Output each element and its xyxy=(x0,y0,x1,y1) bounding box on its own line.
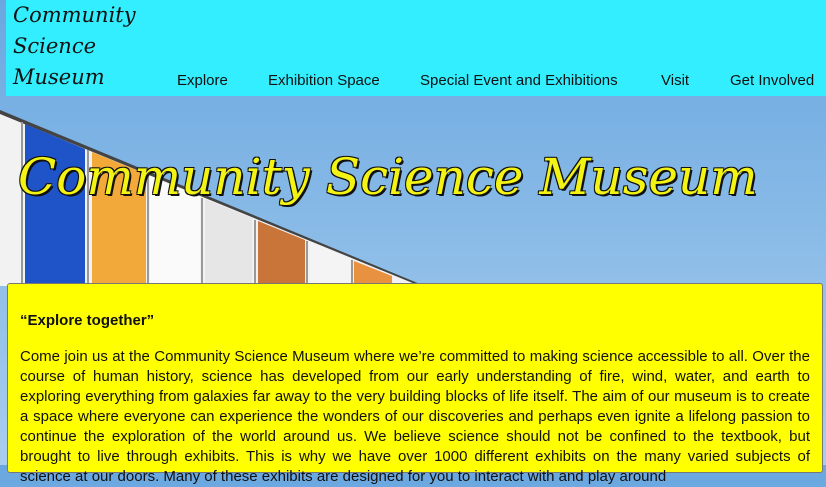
intro-tagline: “Explore together” xyxy=(20,312,155,329)
nav-item-get-involved[interactable]: Get Involved xyxy=(730,72,814,89)
nav-item-visit[interactable]: Visit xyxy=(661,72,689,89)
intro-card: “Explore together” Come join us at the C… xyxy=(7,283,823,485)
logo-line: Science xyxy=(13,34,97,58)
intro-body-text: Come join us at the Community Science Mu… xyxy=(20,348,810,485)
hero-banner: Community Science Museum xyxy=(0,96,826,286)
hero-title: Community Science Museum xyxy=(18,148,758,206)
nav-item-exhibition-space[interactable]: Exhibition Space xyxy=(268,72,380,89)
nav-item-special-events[interactable]: Special Event and Exhibitions xyxy=(420,72,618,89)
nav-item-explore[interactable]: Explore xyxy=(177,72,228,89)
main-nav: Explore Exhibition Space Special Event a… xyxy=(6,72,826,92)
logo-line: Community xyxy=(13,3,136,27)
site-header: Community Science Museum Explore Exhibit… xyxy=(6,0,826,96)
